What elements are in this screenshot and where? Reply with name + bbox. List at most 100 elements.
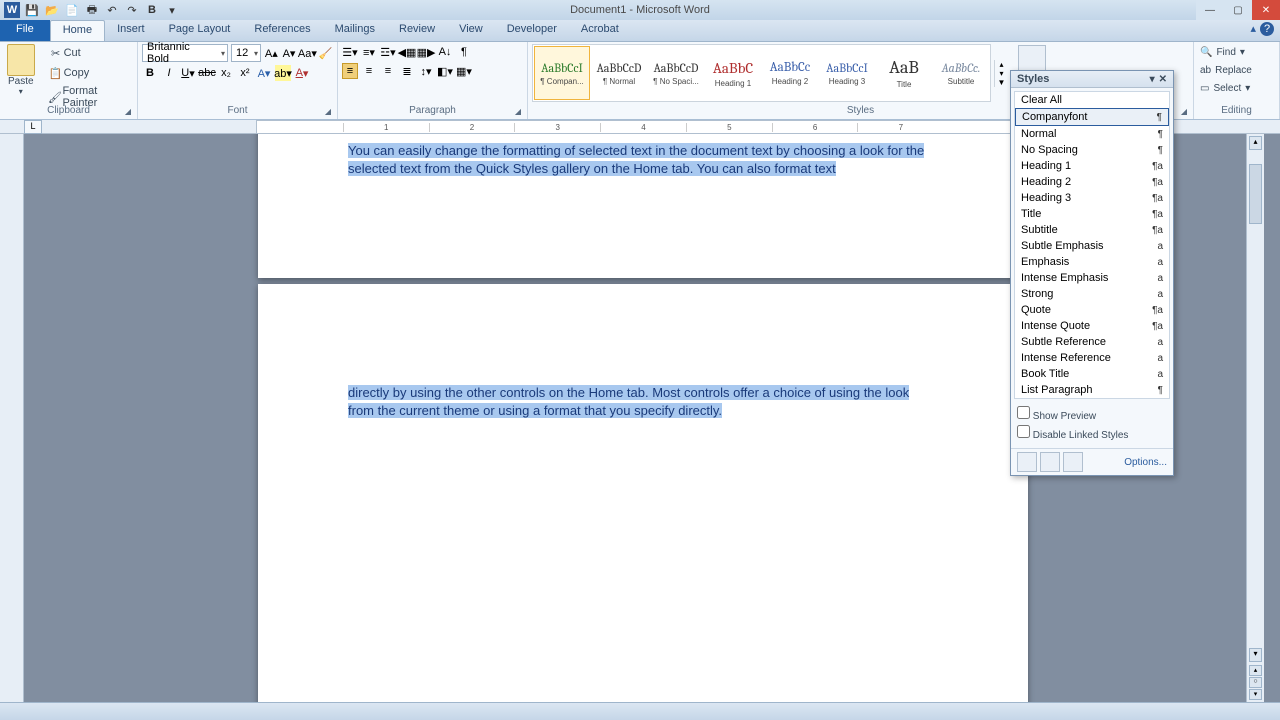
bullets-icon[interactable]: ☰▾: [342, 44, 358, 60]
tab-selector-button[interactable]: L: [24, 120, 42, 134]
increase-indent-icon[interactable]: ▦▶: [418, 44, 434, 60]
styles-pane-item-list-paragraph[interactable]: List Paragraph¶: [1015, 382, 1169, 398]
align-left-icon[interactable]: ≡: [342, 63, 358, 79]
tab-file[interactable]: File: [0, 20, 50, 41]
align-right-icon[interactable]: ≡: [380, 63, 396, 79]
qat-undo-icon[interactable]: ↶: [104, 2, 120, 18]
tab-mailings[interactable]: Mailings: [323, 20, 387, 41]
styles-pane-item-heading-2[interactable]: Heading 2¶a: [1015, 174, 1169, 190]
scroll-up-icon[interactable]: ▴: [1249, 136, 1262, 150]
select-button[interactable]: ▭Select ▾: [1198, 80, 1275, 98]
find-button[interactable]: 🔍Find ▾: [1198, 44, 1275, 62]
text-effects-icon[interactable]: A▾: [256, 65, 272, 81]
styles-pane-item-quote[interactable]: Quote¶a: [1015, 302, 1169, 318]
styles-gallery[interactable]: AaBbCcI¶ Compan...AaBbCcD¶ NormalAaBbCcD…: [532, 44, 991, 102]
styles-pane-item-intense-emphasis[interactable]: Intense Emphasisa: [1015, 270, 1169, 286]
browse-object-icon[interactable]: ○: [1249, 677, 1262, 688]
vertical-scrollbar[interactable]: ▴ ▾ ▴ ○ ▾: [1246, 134, 1264, 702]
disable-linked-checkbox[interactable]: Disable Linked Styles: [1017, 425, 1167, 444]
numbering-icon[interactable]: ≡▾: [361, 44, 377, 60]
tab-insert[interactable]: Insert: [105, 20, 157, 41]
horizontal-ruler[interactable]: 1234567: [256, 120, 1030, 134]
superscript-icon[interactable]: x²: [237, 65, 253, 81]
minimize-button[interactable]: —: [1196, 0, 1224, 20]
minimize-ribbon-icon[interactable]: ▴: [1250, 22, 1256, 36]
styles-pane-clear-all[interactable]: Clear All: [1015, 92, 1169, 108]
replace-button[interactable]: abReplace: [1198, 62, 1275, 80]
tab-references[interactable]: References: [242, 20, 322, 41]
qat-open-icon[interactable]: 📂: [44, 2, 60, 18]
style-inspector-icon[interactable]: [1040, 452, 1060, 472]
underline-icon[interactable]: U▾: [180, 65, 196, 81]
style-card--no-spaci-[interactable]: AaBbCcD¶ No Spaci...: [648, 46, 704, 100]
tab-review[interactable]: Review: [387, 20, 447, 41]
paragraph-dialog-launcher-icon[interactable]: ◢: [515, 107, 521, 116]
style-card-heading-2[interactable]: AaBbCcHeading 2: [762, 46, 818, 100]
sort-icon[interactable]: A↓: [437, 44, 453, 60]
show-hide-icon[interactable]: ¶: [456, 44, 472, 60]
style-card--normal[interactable]: AaBbCcD¶ Normal: [591, 46, 647, 100]
styles-pane-item-book-title[interactable]: Book Titlea: [1015, 366, 1169, 382]
copy-button[interactable]: 📋Copy: [45, 64, 133, 82]
font-dialog-launcher-icon[interactable]: ◢: [325, 107, 331, 116]
tab-page-layout[interactable]: Page Layout: [157, 20, 243, 41]
styles-pane-item-emphasis[interactable]: Emphasisa: [1015, 254, 1169, 270]
style-card-subtitle[interactable]: AaBbCc.Subtitle: [933, 46, 989, 100]
multilevel-list-icon[interactable]: ☲▾: [380, 44, 396, 60]
line-spacing-icon[interactable]: ↕▾: [418, 63, 434, 79]
cut-button[interactable]: ✂Cut: [45, 44, 133, 62]
styles-pane-close-icon[interactable]: ✕: [1159, 74, 1167, 85]
justify-icon[interactable]: ≣: [399, 63, 415, 79]
scroll-thumb[interactable]: [1249, 164, 1262, 224]
styles-pane-item-intense-reference[interactable]: Intense Referencea: [1015, 350, 1169, 366]
styles-pane-item-subtitle[interactable]: Subtitle¶a: [1015, 222, 1169, 238]
styles-pane-item-heading-1[interactable]: Heading 1¶a: [1015, 158, 1169, 174]
style-card-title[interactable]: AaBTitle: [876, 46, 932, 100]
font-name-combo[interactable]: Britannic Bold: [142, 44, 228, 62]
tab-view[interactable]: View: [447, 20, 495, 41]
styles-pane-item-subtle-emphasis[interactable]: Subtle Emphasisa: [1015, 238, 1169, 254]
style-card-heading-1[interactable]: AaBbCHeading 1: [705, 46, 761, 100]
document-text-1[interactable]: You can easily change the formatting of …: [348, 143, 924, 176]
shading-icon[interactable]: ◧▾: [437, 63, 453, 79]
clear-formatting-icon[interactable]: 🧹: [318, 45, 333, 61]
align-center-icon[interactable]: ≡: [361, 63, 377, 79]
prev-page-icon[interactable]: ▴: [1249, 665, 1262, 676]
show-preview-checkbox[interactable]: Show Preview: [1017, 406, 1167, 425]
styles-pane[interactable]: Styles ▾✕ Clear All Companyfont¶Normal¶N…: [1010, 70, 1174, 476]
decrease-indent-icon[interactable]: ◀▦: [399, 44, 415, 60]
styles-pane-item-intense-quote[interactable]: Intense Quote¶a: [1015, 318, 1169, 334]
style-card-heading-3[interactable]: AaBbCcIHeading 3: [819, 46, 875, 100]
tab-home[interactable]: Home: [50, 20, 105, 41]
page-1[interactable]: You can easily change the formatting of …: [258, 134, 1028, 278]
styles-options-link[interactable]: Options...: [1124, 457, 1167, 468]
qat-new-icon[interactable]: 📄: [64, 2, 80, 18]
styles-dialog-launcher-icon[interactable]: ◢: [1181, 107, 1187, 116]
borders-icon[interactable]: ▦▾: [456, 63, 472, 79]
manage-styles-icon[interactable]: [1063, 452, 1083, 472]
styles-pane-dropdown-icon[interactable]: ▾: [1150, 74, 1155, 85]
qat-more-icon[interactable]: ▾: [164, 2, 180, 18]
style-card--compan-[interactable]: AaBbCcI¶ Compan...: [534, 46, 590, 100]
paste-button[interactable]: Paste ▾: [4, 44, 38, 96]
styles-pane-item-no-spacing[interactable]: No Spacing¶: [1015, 142, 1169, 158]
qat-save-icon[interactable]: 💾: [24, 2, 40, 18]
styles-pane-item-strong[interactable]: Stronga: [1015, 286, 1169, 302]
italic-icon[interactable]: I: [161, 65, 177, 81]
vertical-ruler[interactable]: [0, 134, 24, 720]
next-page-icon[interactable]: ▾: [1249, 689, 1262, 700]
highlight-icon[interactable]: ab▾: [275, 65, 291, 81]
new-style-icon[interactable]: [1017, 452, 1037, 472]
styles-pane-item-companyfont[interactable]: Companyfont¶: [1015, 108, 1169, 126]
clipboard-dialog-launcher-icon[interactable]: ◢: [125, 107, 131, 116]
tab-acrobat[interactable]: Acrobat: [569, 20, 631, 41]
shrink-font-icon[interactable]: A▾: [282, 45, 297, 61]
scroll-down-icon[interactable]: ▾: [1249, 648, 1262, 662]
qat-bold-icon[interactable]: B: [144, 2, 160, 18]
maximize-button[interactable]: ▢: [1224, 0, 1252, 20]
font-size-combo[interactable]: 12: [231, 44, 261, 62]
styles-pane-item-heading-3[interactable]: Heading 3¶a: [1015, 190, 1169, 206]
help-icon[interactable]: ?: [1260, 22, 1274, 36]
subscript-icon[interactable]: x₂: [218, 65, 234, 81]
change-case-icon[interactable]: Aa▾: [299, 45, 315, 61]
